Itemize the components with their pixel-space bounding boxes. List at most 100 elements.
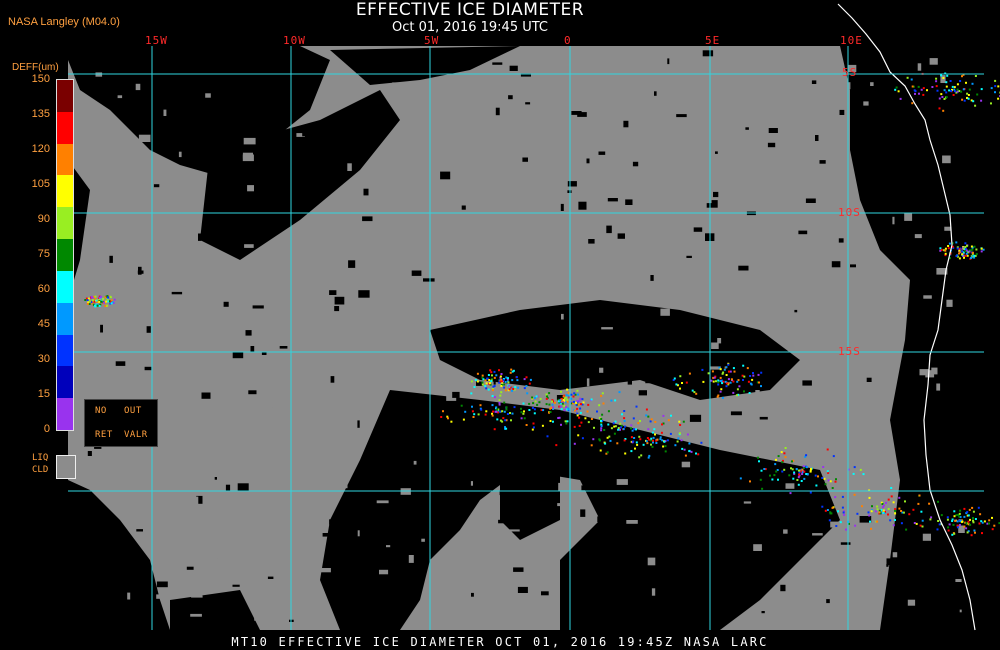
cloud-speckle — [509, 529, 520, 532]
ice-pixel — [775, 458, 777, 461]
ice-pixel — [102, 297, 105, 300]
ice-pixel — [751, 378, 754, 381]
cloud-speckle — [805, 330, 817, 336]
cloud-speckle — [944, 455, 956, 461]
ice-pixel — [944, 249, 947, 252]
ice-pixel — [803, 477, 806, 480]
ice-pixel — [503, 383, 506, 386]
ice-pixel — [564, 420, 567, 423]
ice-pixel — [678, 420, 681, 423]
ice-pixel — [758, 381, 760, 384]
ice-pixel — [609, 439, 612, 442]
ice-pixel — [498, 401, 501, 404]
cloud-speckle — [670, 571, 681, 575]
cloud-speckle — [805, 215, 815, 220]
cloud-speckle — [931, 367, 938, 375]
ice-pixel — [822, 466, 825, 468]
cloud-speckle — [172, 502, 178, 505]
ice-pixel — [500, 373, 503, 375]
ice-pixel — [946, 74, 949, 77]
ice-pixel — [736, 388, 739, 391]
ice-pixel — [929, 518, 932, 521]
ice-pixel — [638, 435, 641, 438]
cloud-speckle — [739, 243, 748, 247]
cloud-speckle — [953, 610, 958, 613]
ice-pixel — [610, 427, 613, 430]
ice-pixel — [707, 372, 710, 375]
ice-pixel — [484, 379, 487, 382]
ice-pixel — [911, 102, 914, 105]
ice-pixel — [104, 296, 107, 299]
ice-pixel — [681, 382, 683, 384]
cloud-speckle — [931, 593, 941, 599]
ice-pixel — [484, 385, 487, 388]
ice-pixel — [560, 408, 563, 411]
ice-pixel — [994, 91, 996, 94]
ice-pixel — [810, 468, 812, 470]
ice-pixel — [956, 526, 959, 529]
ice-pixel — [960, 250, 963, 253]
ice-pixel — [487, 388, 490, 391]
cloud-speckle — [270, 407, 274, 414]
color-step — [57, 334, 73, 367]
cloud-speckle — [631, 314, 640, 321]
ice-pixel — [485, 382, 488, 385]
ice-pixel — [725, 366, 728, 369]
ice-pixel — [950, 90, 953, 92]
no-retrieval-legend: NO OUT RET VALR — [84, 399, 158, 447]
ice-pixel — [940, 514, 943, 517]
ice-pixel — [956, 247, 959, 250]
ice-pixel — [622, 428, 625, 431]
cloud-speckle — [461, 205, 466, 210]
lon-label-10e: 10E — [840, 34, 863, 47]
cloud-speckle — [726, 270, 732, 277]
cloud-speckle — [743, 501, 752, 504]
ice-pixel — [994, 85, 997, 88]
ice-pixel — [624, 452, 627, 455]
ice-pixel — [917, 502, 920, 505]
ice-pixel — [476, 372, 479, 375]
ice-pixel — [546, 435, 549, 438]
cloud-speckle — [763, 575, 768, 584]
cloud-speckle — [799, 105, 810, 112]
cloud-speckle — [607, 198, 618, 202]
cloud-speckle — [266, 609, 271, 613]
ice-pixel — [978, 522, 981, 525]
cloud-speckle — [156, 594, 165, 599]
ice-pixel — [479, 404, 482, 407]
ice-pixel — [573, 425, 576, 428]
ice-pixel — [958, 257, 961, 260]
ice-pixel — [511, 412, 514, 415]
ice-pixel — [600, 429, 603, 432]
cloud-speckle — [942, 142, 955, 146]
cloud-speckle — [892, 552, 898, 558]
ice-pixel — [613, 432, 616, 435]
ice-pixel — [464, 410, 467, 413]
ice-pixel — [542, 409, 545, 412]
cloud-speckle — [330, 376, 335, 383]
ice-pixel — [488, 382, 491, 385]
ice-pixel — [639, 438, 642, 441]
ice-pixel — [94, 304, 96, 307]
ice-pixel — [447, 417, 449, 420]
ice-pixel — [98, 296, 101, 299]
cloud-speckle — [623, 120, 629, 128]
ice-pixel — [876, 520, 879, 523]
ice-pixel — [525, 385, 528, 388]
ice-pixel — [821, 505, 824, 508]
ice-pixel — [905, 528, 908, 531]
ice-pixel — [533, 408, 536, 411]
ice-pixel — [495, 410, 498, 413]
cloud-speckle — [955, 579, 962, 582]
ice-pixel — [729, 381, 732, 384]
ice-pixel — [554, 401, 556, 404]
cloud-speckle — [578, 201, 587, 210]
cloud-speckle — [117, 95, 123, 99]
ice-pixel — [935, 80, 938, 83]
ice-pixel — [760, 469, 763, 472]
cloud-speckle — [761, 611, 765, 614]
ice-pixel — [958, 515, 961, 518]
ice-pixel — [490, 371, 493, 374]
cloud-speckle — [838, 238, 844, 243]
ice-pixel — [887, 513, 889, 516]
